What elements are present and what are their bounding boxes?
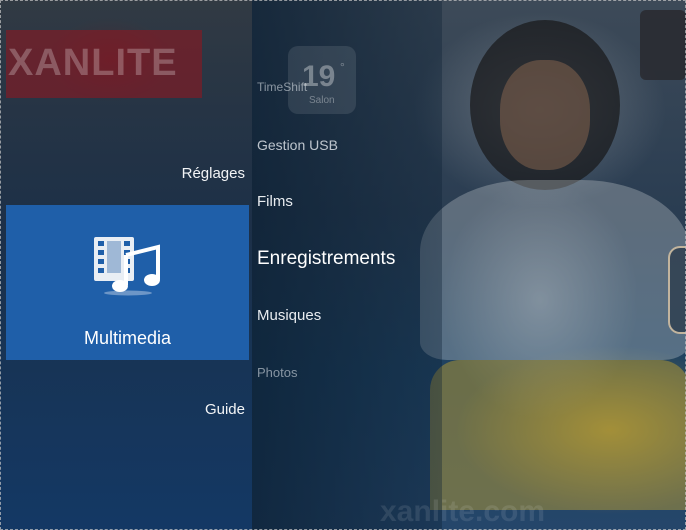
tv-menu-screen: XANLITE 19 ° Salon Réglages Multimedia G… (0, 0, 686, 530)
temperature-room-label: Salon (309, 95, 335, 106)
submenu-item-gestion-usb[interactable]: Gestion USB (257, 137, 338, 153)
main-menu-item-label: Multimedia (83, 328, 172, 348)
background-person-sweater (420, 180, 686, 360)
submenu-item-films[interactable]: Films (257, 193, 293, 210)
background-phone (640, 10, 686, 80)
submenu-item-photos[interactable]: Photos (257, 365, 297, 380)
main-menu-item-label: Guide (204, 401, 245, 418)
submenu-item-enregistrements[interactable]: Enregistrements (257, 248, 395, 270)
background-couch (430, 360, 686, 510)
background-person-face (500, 60, 590, 170)
main-menu-item-guide[interactable]: Guide (205, 401, 245, 418)
brand-logo: XANLITE (8, 42, 178, 84)
film-music-icon (94, 237, 160, 296)
main-menu-item-reglages[interactable]: Réglages (182, 165, 245, 182)
main-menu-item-label: Réglages (181, 165, 245, 182)
submenu-item-timeshift[interactable]: TimeShift (257, 80, 307, 94)
footer-watermark: xanlite.com (380, 495, 546, 528)
side-card-edge (668, 246, 686, 334)
temperature-unit: ° (340, 60, 345, 74)
submenu-item-musiques[interactable]: Musiques (257, 307, 321, 324)
